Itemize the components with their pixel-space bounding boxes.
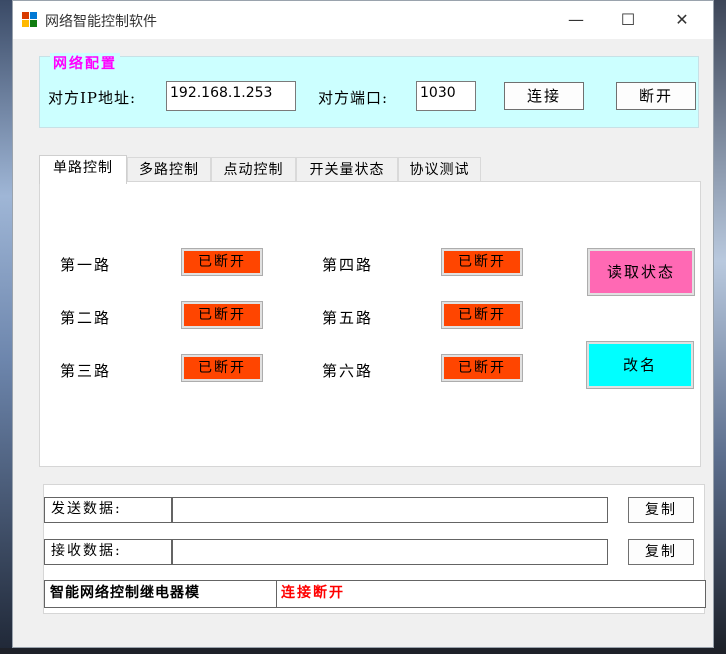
send-data-field[interactable] [172,497,608,523]
tab-multi-route[interactable]: 多路控制 [127,157,211,182]
minimize-button[interactable]: — [553,1,599,39]
title-bar[interactable]: 网络智能控制软件 — ☐ ✕ [13,1,713,39]
rename-label: 改名 [589,344,691,386]
route-4-state: 已断开 [444,251,520,273]
single-route-panel: 第一路 已断开 第二路 已断开 第三路 已断开 第四路 已断开 第五路 已断开 … [39,181,701,467]
close-button[interactable]: ✕ [659,1,705,39]
route-3-state: 已断开 [184,357,260,379]
send-data-label: 发送数据: [44,497,172,523]
ip-label: 对方IP地址: [48,89,137,107]
route-4-toggle-button[interactable]: 已断开 [441,248,523,276]
route-5-toggle-button[interactable]: 已断开 [441,301,523,329]
copy-receive-button[interactable]: 复制 [628,539,694,565]
status-bar: 智能网络控制继电器模 连接断开 [44,580,706,608]
network-config-group: 网络配置 对方IP地址: 192.168.1.253 对方端口: 1030 连接… [39,53,699,128]
window-title: 网络智能控制软件 [45,14,157,30]
desktop-background-bottom [0,648,726,654]
port-label: 对方端口: [318,89,389,107]
route-6-label: 第六路 [322,362,374,380]
read-status-button[interactable]: 读取状态 [587,248,695,296]
route-1-toggle-button[interactable]: 已断开 [181,248,263,276]
tab-jog-control[interactable]: 点动控制 [211,157,296,182]
route-5-state: 已断开 [444,304,520,326]
port-input[interactable]: 1030 [416,81,476,111]
app-icon [22,12,38,28]
copy-send-button[interactable]: 复制 [628,497,694,523]
route-4-label: 第四路 [322,256,374,274]
app-window: 网络智能控制软件 — ☐ ✕ 网络配置 对方IP地址: 192.168.1.25… [12,0,714,648]
device-name: 智能网络控制继电器模 [45,581,277,607]
route-5-label: 第五路 [322,309,374,327]
route-2-state: 已断开 [184,304,260,326]
tab-protocol-test[interactable]: 协议测试 [398,157,481,182]
receive-data-field[interactable] [172,539,608,565]
route-2-toggle-button[interactable]: 已断开 [181,301,263,329]
route-1-state: 已断开 [184,251,260,273]
tab-switch-status[interactable]: 开关量状态 [296,157,398,182]
ip-address-input[interactable]: 192.168.1.253 [166,81,296,111]
disconnect-button[interactable]: 断开 [616,82,696,110]
connect-button[interactable]: 连接 [504,82,584,110]
receive-data-label: 接收数据: [44,539,172,565]
rename-button[interactable]: 改名 [586,341,694,389]
route-2-label: 第二路 [60,309,112,327]
route-3-label: 第三路 [60,362,112,380]
tab-single-route[interactable]: 单路控制 [39,155,127,184]
read-status-label: 读取状态 [590,251,692,293]
route-3-toggle-button[interactable]: 已断开 [181,354,263,382]
network-config-legend: 网络配置 [50,53,120,73]
maximize-button[interactable]: ☐ [605,1,651,39]
data-panel: 发送数据: 复制 接收数据: 复制 智能网络控制继电器模 连接断开 [43,484,706,614]
route-1-label: 第一路 [60,256,112,274]
route-6-state: 已断开 [444,357,520,379]
connection-status: 连接断开 [281,585,345,601]
route-6-toggle-button[interactable]: 已断开 [441,354,523,382]
